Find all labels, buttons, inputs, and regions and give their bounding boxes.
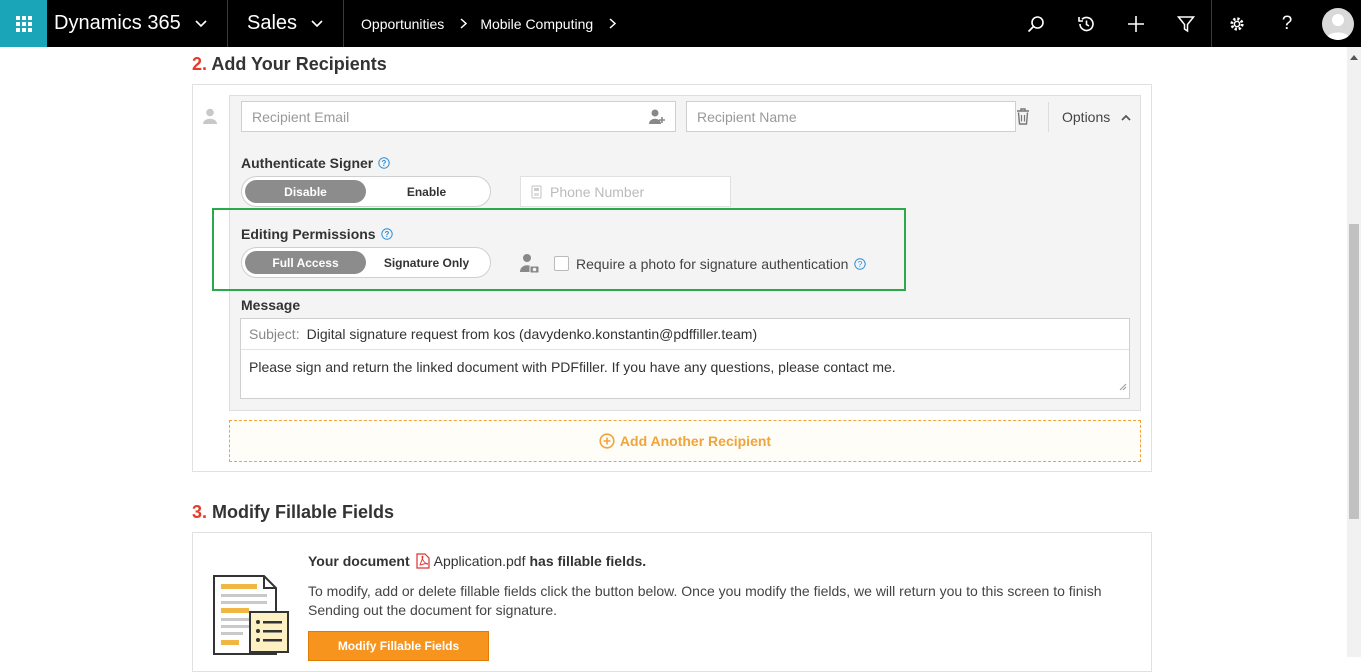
pdf-file-icon [416, 553, 430, 569]
advanced-find-button[interactable] [1161, 0, 1211, 47]
scroll-up-arrow-icon[interactable] [1350, 55, 1358, 60]
help-button[interactable]: ? [1262, 0, 1312, 47]
message-box: Subject: Digital signature request from … [240, 318, 1130, 399]
chevron-down-icon [195, 19, 207, 28]
chevron-down-icon [311, 19, 323, 28]
chevron-right-icon [460, 18, 468, 29]
message-body-textarea[interactable]: Please sign and return the linked docume… [241, 350, 1129, 384]
user-silhouette-icon [1326, 13, 1350, 40]
options-toggle-button[interactable]: Options [1048, 102, 1140, 132]
options-label: Options [1062, 109, 1111, 125]
phone-number-input[interactable]: Phone Number [520, 176, 731, 207]
subject-value: Digital signature request from kos (davy… [306, 326, 758, 342]
enable-option[interactable]: Enable [366, 180, 487, 203]
create-new-button[interactable] [1111, 0, 1161, 47]
document-filename[interactable]: Application.pdf [434, 553, 526, 569]
recipient-name-placeholder: Recipient Name [697, 108, 797, 125]
module-title: Sales [247, 12, 298, 34]
trash-icon [1017, 108, 1029, 125]
chevron-up-icon [1121, 114, 1131, 121]
module-switcher[interactable]: Sales [228, 12, 343, 35]
top-navigation-bar: Dynamics 365 Sales Opportunities Mobile … [0, 0, 1361, 47]
subject-field[interactable]: Subject: Digital signature request from … [241, 319, 1129, 350]
recipient-name-input[interactable]: Recipient Name [686, 101, 1016, 132]
section-number: 3. [192, 502, 208, 522]
authenticate-signer-toggle: Disable Enable [241, 176, 491, 207]
has-fields-text: has fillable fields. [529, 553, 647, 569]
person-icon [203, 108, 217, 129]
page-scrollbar[interactable] [1347, 47, 1361, 657]
add-contact-icon[interactable] [648, 108, 666, 129]
modify-fields-description: To modify, add or delete fillable fields… [308, 583, 1102, 618]
editing-permissions-highlight [212, 208, 906, 291]
chevron-right-icon[interactable] [609, 18, 617, 29]
top-right-toolbar: ? [1011, 0, 1361, 47]
search-button[interactable] [1011, 0, 1061, 47]
resize-handle-icon[interactable] [1119, 378, 1127, 396]
message-label: Message [241, 297, 300, 313]
recipient-email-input[interactable]: Recipient Email [241, 101, 676, 132]
section-3-heading: 3. Modify Fillable Fields [192, 502, 394, 523]
question-mark-icon: ? [1281, 12, 1293, 34]
svg-text:?: ? [382, 159, 387, 168]
waffle-icon [15, 15, 32, 32]
breadcrumb-opportunities[interactable]: Opportunities [361, 16, 444, 32]
section-2-heading: 2. Add Your Recipients [192, 54, 387, 75]
document-checklist-icon [212, 574, 290, 663]
authenticate-signer-label: Authenticate Signer ? [241, 155, 390, 171]
document-info-line: Your document Application.pdf has fillab… [308, 553, 646, 569]
history-icon [1078, 16, 1094, 31]
authenticate-signer-text: Authenticate Signer [241, 155, 374, 171]
plus-circle-icon [599, 433, 615, 449]
subject-label: Subject: [249, 326, 300, 342]
section-title: Add Your Recipients [211, 54, 387, 74]
your-document-label: Your document [308, 553, 410, 569]
settings-button[interactable] [1212, 0, 1262, 47]
filter-icon [1177, 15, 1195, 32]
message-label-text: Message [241, 297, 301, 313]
app-switcher[interactable]: Dynamics 365 [47, 12, 227, 35]
section-title: Modify Fillable Fields [212, 502, 395, 522]
user-avatar[interactable] [1322, 7, 1354, 40]
delete-recipient-button[interactable] [1016, 108, 1030, 130]
recent-button[interactable] [1061, 0, 1111, 47]
fillable-fields-panel: Your document Application.pdf has fillab… [192, 532, 1152, 672]
search-icon [1027, 15, 1044, 32]
gear-icon [1230, 16, 1244, 31]
recipient-email-placeholder: Recipient Email [252, 108, 350, 125]
section-number: 2. [192, 54, 208, 74]
phone-icon [531, 184, 542, 199]
add-another-recipient-label: Add Another Recipient [619, 433, 772, 449]
help-circle-icon[interactable]: ? [378, 157, 390, 169]
breadcrumb: Opportunities Mobile Computing [344, 16, 629, 32]
add-another-recipient-button[interactable]: Add Another Recipient [229, 420, 1141, 462]
disable-option[interactable]: Disable [245, 180, 366, 203]
app-launcher-button[interactable] [0, 0, 47, 47]
scrollbar-thumb[interactable] [1349, 224, 1359, 519]
breadcrumb-mobile-computing[interactable]: Mobile Computing [480, 16, 593, 32]
plus-icon [1128, 15, 1144, 32]
app-title: Dynamics 365 [54, 12, 181, 34]
phone-placeholder: Phone Number [550, 183, 645, 200]
